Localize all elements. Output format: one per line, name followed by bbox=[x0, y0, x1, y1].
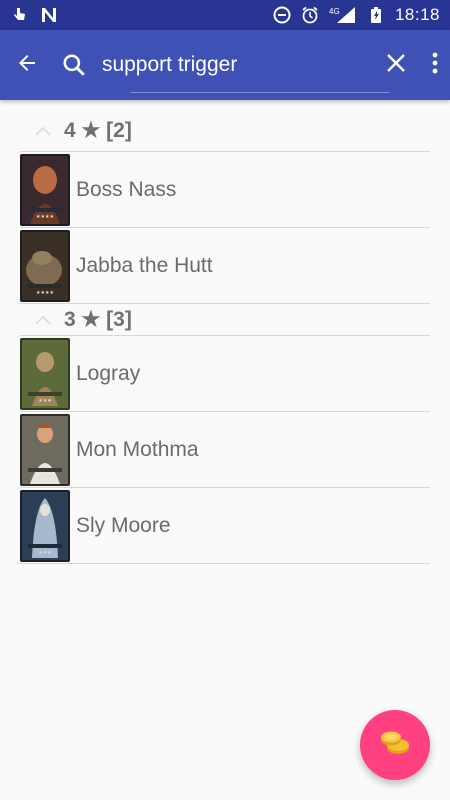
character-card-thumbnail: ★★★ bbox=[20, 337, 70, 410]
character-name: Jabba the Hutt bbox=[76, 253, 213, 277]
group-header-3-star[interactable]: 3 ★ [3] bbox=[20, 304, 430, 336]
character-card-thumbnail: ★★★★ bbox=[20, 153, 70, 226]
list-item-mon-mothma[interactable]: ★★★ Mon Mothma bbox=[20, 412, 430, 488]
do-not-disturb-icon bbox=[273, 6, 291, 24]
touch-icon bbox=[10, 6, 28, 24]
character-name: Boss Nass bbox=[76, 177, 177, 201]
group-title: 4 ★ [2] bbox=[64, 119, 132, 142]
chevron-up-icon bbox=[28, 116, 58, 146]
character-card-thumbnail: ★★★ bbox=[20, 413, 70, 486]
chevron-up-icon bbox=[28, 305, 58, 335]
overflow-menu-icon bbox=[432, 52, 438, 79]
character-name: Mon Mothma bbox=[76, 437, 199, 461]
close-icon bbox=[385, 52, 407, 79]
fab-coins-button[interactable] bbox=[360, 710, 430, 780]
coins-icon bbox=[378, 726, 412, 765]
list-item-sly-moore[interactable]: ★★★ Sly Moore bbox=[20, 488, 430, 564]
svg-text:★★★: ★★★ bbox=[38, 398, 52, 404]
list-item-jabba-the-hutt[interactable]: ★★★★ Jabba the Hutt bbox=[20, 228, 430, 304]
battery-icon bbox=[367, 6, 385, 24]
svg-text:4G: 4G bbox=[329, 7, 340, 16]
results-list: 4 ★ [2] ★★★★ Boss Nass ★★★★ Jabba the Hu… bbox=[20, 100, 430, 564]
status-bar: 4G 18:18 bbox=[0, 0, 450, 30]
svg-text:★★★: ★★★ bbox=[38, 474, 52, 480]
toolbar bbox=[0, 30, 450, 100]
search-icon bbox=[54, 45, 94, 85]
overflow-menu-button[interactable] bbox=[419, 30, 450, 100]
character-card-thumbnail: ★★★ bbox=[20, 489, 70, 562]
back-arrow-icon bbox=[15, 51, 39, 80]
n-notification-icon bbox=[40, 6, 58, 24]
list-item-boss-nass[interactable]: ★★★★ Boss Nass bbox=[20, 152, 430, 228]
svg-text:★★★★: ★★★★ bbox=[36, 290, 54, 296]
signal-icon: 4G bbox=[329, 6, 357, 24]
clock: 18:18 bbox=[394, 5, 440, 24]
search-bar bbox=[54, 30, 373, 100]
search-underline bbox=[130, 92, 390, 93]
group-title: 3 ★ [3] bbox=[64, 308, 132, 331]
character-name: Sly Moore bbox=[76, 513, 171, 537]
search-input[interactable] bbox=[101, 45, 373, 85]
svg-text:★★★: ★★★ bbox=[38, 550, 52, 556]
list-item-logray[interactable]: ★★★ Logray bbox=[20, 336, 430, 412]
character-card-thumbnail: ★★★★ bbox=[20, 229, 70, 302]
alarm-icon bbox=[301, 6, 319, 24]
clear-search-button[interactable] bbox=[373, 30, 419, 100]
character-name: Logray bbox=[76, 361, 141, 385]
back-button[interactable] bbox=[0, 30, 54, 100]
group-header-4-star[interactable]: 4 ★ [2] bbox=[20, 110, 430, 152]
svg-text:★★★★: ★★★★ bbox=[36, 214, 54, 220]
